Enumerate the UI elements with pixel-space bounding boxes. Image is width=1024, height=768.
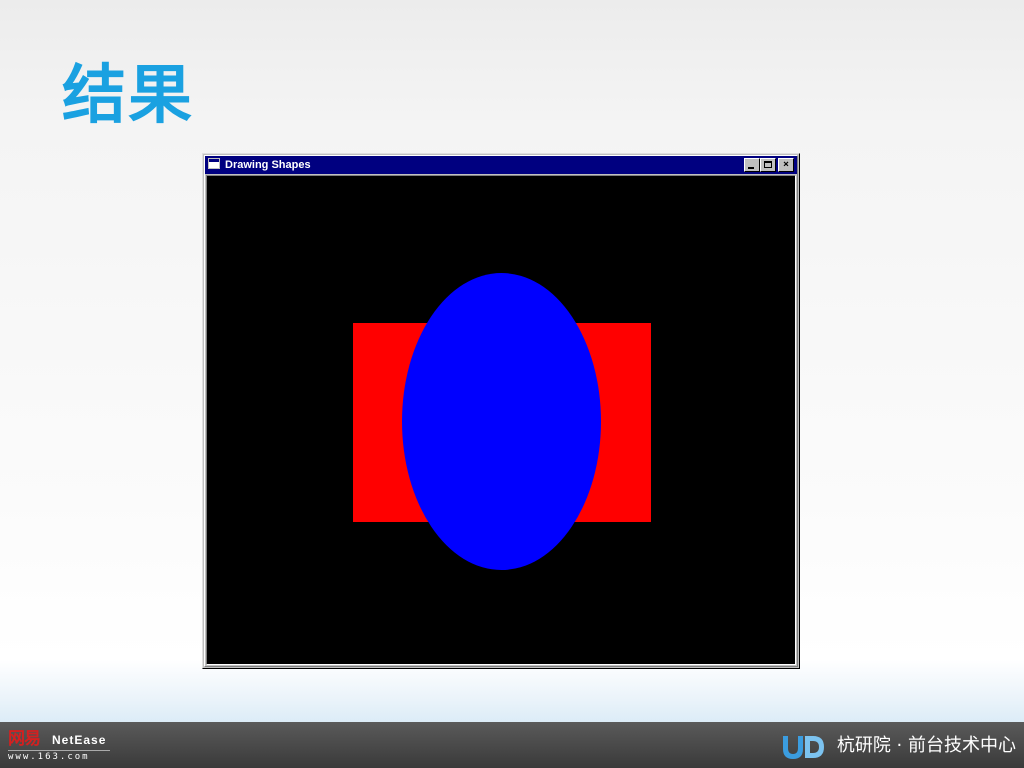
- department-name: 杭研院 · 前台技术中心: [836, 735, 1016, 756]
- maximize-icon: [764, 161, 772, 168]
- slide-title: 结果: [62, 59, 194, 133]
- close-button[interactable]: ×: [778, 158, 794, 172]
- app-window-icon[interactable]: [208, 158, 220, 169]
- department-brand: 杭研院 · 前台技术中心: [782, 732, 1016, 760]
- netease-logo-url: www.163.com: [8, 752, 90, 762]
- blue-ellipse-shape: [402, 273, 601, 570]
- window-titlebar[interactable]: Drawing Shapes ×: [205, 156, 797, 174]
- drawing-canvas: [206, 175, 796, 665]
- maximize-button[interactable]: [760, 158, 776, 172]
- netease-logo: 网易 NetEase www.163.com: [8, 729, 118, 763]
- footer-bar: 网易 NetEase www.163.com 杭研院 · 前台技术中心: [0, 722, 1024, 768]
- window-title: Drawing Shapes: [225, 159, 311, 171]
- close-icon: ×: [782, 159, 790, 170]
- drawing-shapes-window: Drawing Shapes ×: [202, 153, 800, 669]
- netease-logo-en: NetEase: [52, 733, 107, 747]
- minimize-button[interactable]: [744, 158, 760, 172]
- minimize-icon: [748, 167, 754, 169]
- wd-logo-icon: [782, 736, 824, 759]
- netease-logo-cn: 网易: [8, 729, 41, 749]
